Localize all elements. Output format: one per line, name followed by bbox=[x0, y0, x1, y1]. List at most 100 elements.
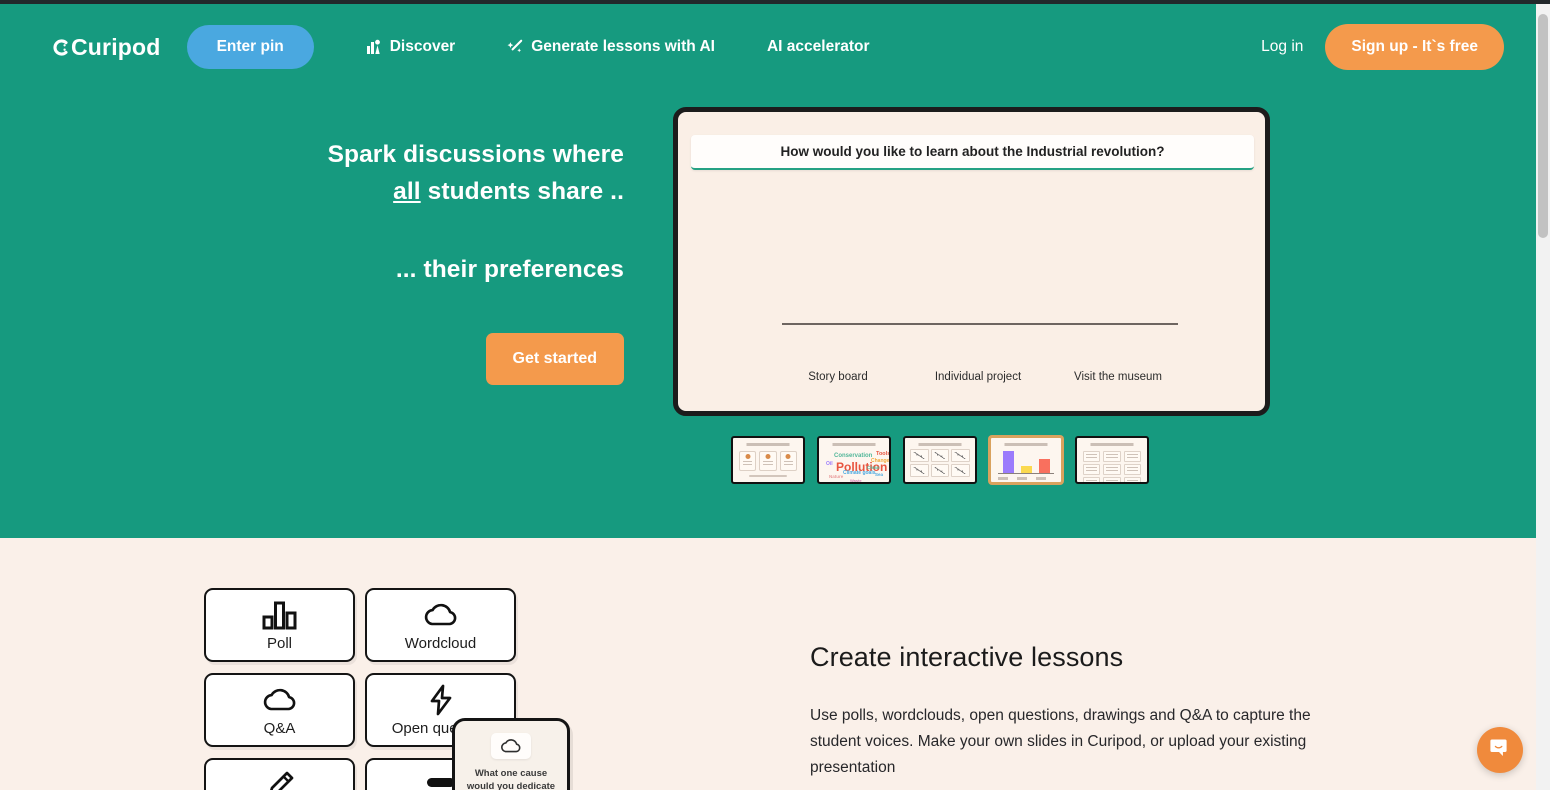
nav-item-generate-lessons-with-ai[interactable]: Generate lessons with AI bbox=[507, 28, 715, 66]
activity-card-label: Poll bbox=[267, 635, 292, 652]
thumb-drawing-cell bbox=[910, 449, 929, 462]
floating-question-text: What one cause would you dedicate your l… bbox=[455, 767, 567, 790]
thumb-chart-axis bbox=[998, 473, 1054, 474]
thumb-text-card bbox=[1103, 464, 1120, 475]
thumb-text-card bbox=[1083, 464, 1100, 475]
features-section: Poll Wordcloud Q&A bbox=[0, 538, 1536, 790]
chart-label-0: Story board bbox=[778, 369, 898, 385]
wordcloud-word: Tools bbox=[876, 452, 890, 458]
features-copy: Create interactive lessons Use polls, wo… bbox=[810, 642, 1330, 781]
page-scrollbar-track[interactable] bbox=[1536, 4, 1550, 790]
chat-launcher-button[interactable] bbox=[1477, 727, 1523, 773]
thumb-bar-2 bbox=[1039, 459, 1050, 473]
thumb-bar-1 bbox=[1021, 466, 1032, 473]
chart-label-2: Visit the museum bbox=[1058, 369, 1178, 385]
thumb-mini-bars bbox=[999, 449, 1053, 473]
page-scrollbar-thumb[interactable] bbox=[1538, 14, 1548, 238]
thumb-mini-card bbox=[759, 451, 776, 471]
wordcloud-word: Sea bbox=[875, 473, 883, 478]
activity-card-qa[interactable]: Q&A bbox=[204, 673, 355, 747]
get-started-button[interactable]: Get started bbox=[486, 333, 624, 385]
chart-category-labels: Story board Individual project Visit the… bbox=[768, 369, 1188, 385]
chart-axis-line bbox=[782, 323, 1178, 325]
thumb-drawing-cell bbox=[931, 449, 950, 462]
thumb-mini-card bbox=[780, 451, 797, 471]
activity-card-drawing[interactable]: Drawing bbox=[204, 758, 355, 790]
login-link[interactable]: Log in bbox=[1261, 38, 1303, 56]
hero-headline-line-2: all students share .. bbox=[0, 173, 624, 210]
thumb-mini-card bbox=[739, 451, 756, 471]
features-body: Use polls, wordclouds, open questions, d… bbox=[810, 703, 1330, 781]
pencil-icon bbox=[265, 768, 295, 790]
thumb-drawing-grid bbox=[910, 443, 970, 477]
nav-label-ai-accelerator: AI accelerator bbox=[767, 38, 870, 56]
chart-bars bbox=[768, 163, 1188, 323]
thumb-text-card bbox=[1124, 477, 1141, 484]
wordcloud-word: Waste bbox=[850, 479, 862, 483]
thumbnail-wordcloud-slide[interactable]: Pollution Conservation Oil Climate goals… bbox=[817, 436, 891, 484]
thumb-text-card bbox=[1103, 451, 1120, 462]
thumb-text-card bbox=[1124, 451, 1141, 462]
activity-card-label: Q&A bbox=[264, 720, 296, 737]
activity-card-wordcloud[interactable]: Wordcloud bbox=[365, 588, 516, 662]
curipod-c-mark-icon bbox=[52, 39, 69, 56]
slide-preview[interactable]: How would you like to learn about the In… bbox=[673, 107, 1270, 416]
hero-headline-underlined-word: all bbox=[393, 178, 421, 205]
thumbnail-text-responses-slide[interactable] bbox=[1075, 436, 1149, 484]
wordcloud-word: Clean bbox=[867, 466, 879, 471]
slide-question-text: How would you like to learn about the In… bbox=[780, 144, 1164, 159]
thumb-card-row bbox=[739, 451, 797, 471]
thumbnail-cards-slide[interactable] bbox=[731, 436, 805, 484]
thumb-title-placeholder bbox=[1084, 443, 1140, 446]
poll-bar-chart: Story board Individual project Visit the… bbox=[768, 180, 1188, 395]
thumb-footer-placeholder bbox=[749, 475, 787, 477]
wordcloud-word: Nature bbox=[829, 475, 843, 480]
discover-chart-icon bbox=[366, 39, 382, 55]
thumb-drawing-cell bbox=[910, 464, 929, 477]
nav-label-generate-lessons-with-ai: Generate lessons with AI bbox=[531, 38, 715, 56]
activity-card-label: Wordcloud bbox=[405, 635, 476, 652]
curipod-logo-text: Curipod bbox=[71, 34, 161, 61]
enter-pin-button[interactable]: Enter pin bbox=[187, 25, 314, 69]
navbar-auth-actions: Log in Sign up - It`s free bbox=[1261, 24, 1504, 70]
chart-label-1: Individual project bbox=[918, 369, 1038, 385]
hero-cta-wrap: Get started bbox=[0, 333, 624, 385]
thumb-drawing-cell bbox=[931, 464, 950, 477]
thumbnail-drawing-slide[interactable] bbox=[903, 436, 977, 484]
signup-button[interactable]: Sign up - It`s free bbox=[1325, 24, 1504, 70]
bar-chart-icon bbox=[262, 598, 298, 632]
features-heading: Create interactive lessons bbox=[810, 642, 1330, 673]
lightning-bolt-icon bbox=[428, 683, 454, 717]
thumb-drawing-cell bbox=[951, 449, 970, 462]
thumb-text-card bbox=[1083, 477, 1100, 484]
cloud-icon bbox=[491, 733, 531, 759]
activity-card-poll[interactable]: Poll bbox=[204, 588, 355, 662]
thumb-text-card bbox=[1083, 451, 1100, 462]
hero-copy: Spark discussions where all students sha… bbox=[0, 136, 624, 385]
thumb-text-card bbox=[1103, 477, 1120, 484]
slide-thumbnail-strip: Pollution Conservation Oil Climate goals… bbox=[731, 436, 1149, 484]
thumb-bar-0 bbox=[1003, 451, 1014, 473]
hero-headline-line-1: Spark discussions where bbox=[0, 136, 624, 173]
curipod-logo[interactable]: Curipod bbox=[52, 34, 161, 61]
cloud-icon bbox=[261, 683, 299, 717]
navbar-links: Enter pin Discover bbox=[187, 25, 870, 69]
nav-item-discover[interactable]: Discover bbox=[366, 28, 455, 66]
magic-wand-icon bbox=[507, 39, 523, 55]
hero-section: Curipod Enter pin Discover bbox=[0, 4, 1536, 538]
cloud-icon bbox=[422, 598, 460, 632]
nav-label-discover: Discover bbox=[390, 38, 455, 56]
thumb-drawing-cell bbox=[951, 464, 970, 477]
nav-item-ai-accelerator[interactable]: AI accelerator bbox=[767, 28, 870, 66]
wordcloud-word: Change bbox=[871, 459, 889, 464]
wordcloud-word: Conservation bbox=[834, 453, 872, 459]
thumb-text-grid bbox=[1083, 451, 1141, 484]
thumb-text-card bbox=[1124, 464, 1141, 475]
main-navbar: Curipod Enter pin Discover bbox=[0, 4, 1536, 90]
floating-question-card[interactable]: What one cause would you dedicate your l… bbox=[452, 718, 570, 790]
thumb-chart-labels bbox=[998, 477, 1054, 480]
chat-smile-icon bbox=[1488, 736, 1512, 765]
thumbnail-poll-chart-slide[interactable] bbox=[989, 436, 1063, 484]
browser-top-strip bbox=[0, 0, 1550, 4]
wordcloud-word: Oil bbox=[826, 462, 833, 467]
